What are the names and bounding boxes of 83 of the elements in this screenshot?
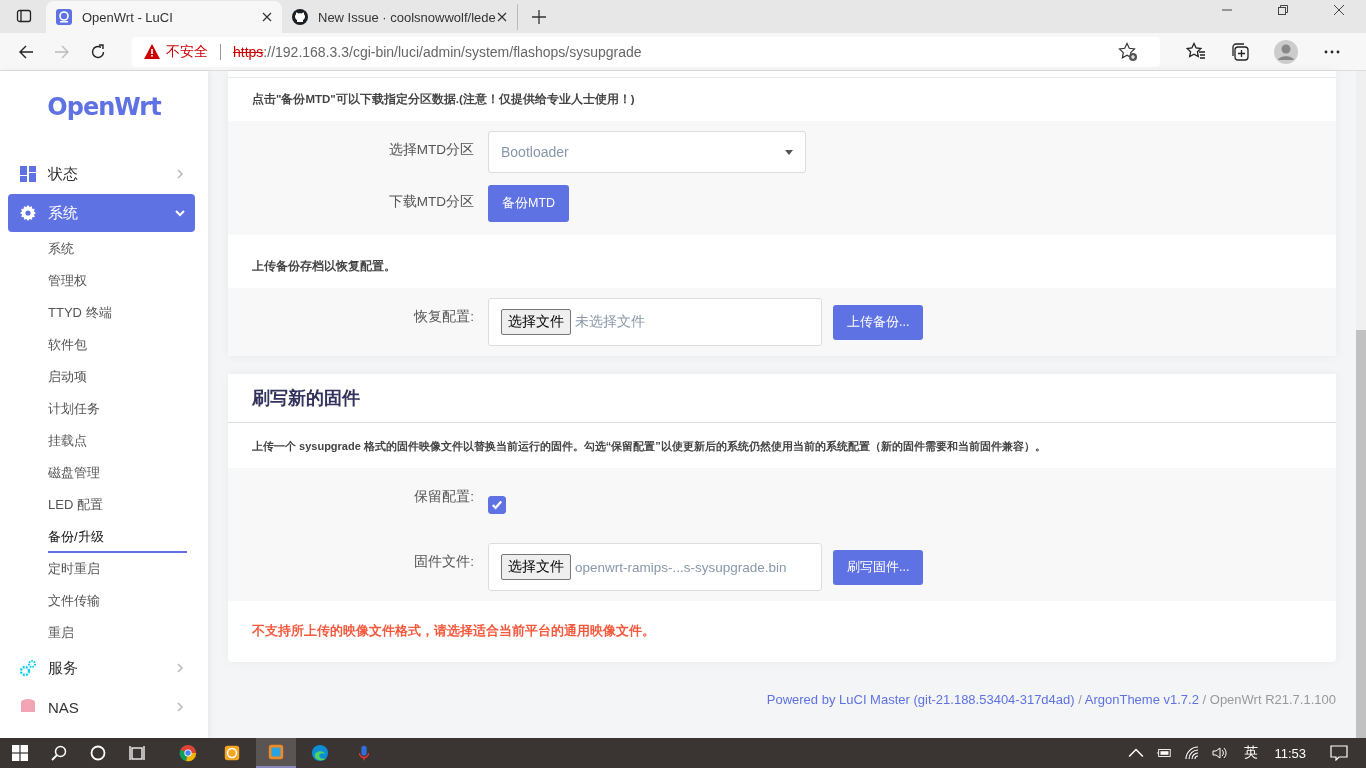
tab-actions-icon[interactable] xyxy=(16,8,32,24)
choose-file-button[interactable]: 选择文件 xyxy=(501,554,571,580)
close-icon[interactable] xyxy=(1334,4,1344,15)
upload-backup-button[interactable]: 上传备份... xyxy=(833,305,924,340)
error-message: 不支持所上传的映像文件格式，请选择适合当前平台的通用映像文件。 xyxy=(251,623,656,640)
gears-icon xyxy=(20,660,36,676)
menu-item[interactable]: NAS xyxy=(8,688,195,726)
field-label: 选择MTD分区 xyxy=(387,141,475,159)
security-warning: 不安全 xyxy=(166,42,208,61)
footer-link[interactable]: ArgonTheme v1.7.2 xyxy=(1084,692,1199,707)
refresh-icon[interactable] xyxy=(90,43,106,60)
notification-icon[interactable] xyxy=(1330,745,1348,761)
field-label: 保留配置: xyxy=(413,488,475,506)
github-icon xyxy=(292,9,308,25)
submenu-item[interactable]: 系统 xyxy=(48,233,187,265)
section-description: 上传备份存档以恢复配置。 xyxy=(251,259,397,274)
chevron-right-icon xyxy=(175,663,185,673)
submenu-item[interactable]: 管理权 xyxy=(48,265,187,297)
submenu-item[interactable]: 启动项 xyxy=(48,361,187,393)
field-label: 下载MTD分区 xyxy=(387,193,475,211)
clock[interactable]: 11:53 xyxy=(1274,745,1306,761)
search-icon[interactable] xyxy=(51,745,67,761)
choose-file-button[interactable]: 选择文件 xyxy=(501,309,571,335)
url-text: https://192.168.3.3/cgi-bin/luci/admin/system/flashops/sysupgrade xyxy=(233,43,642,60)
file-name: 未选择文件 xyxy=(575,313,645,331)
scrollbar-thumb[interactable] xyxy=(1356,330,1366,738)
new-tab-icon[interactable] xyxy=(532,10,546,24)
browser-tab[interactable]: OpenWrt - LuCI xyxy=(46,1,282,33)
close-icon[interactable] xyxy=(262,12,272,22)
wifi-icon[interactable] xyxy=(1184,745,1201,761)
app-icon xyxy=(223,744,241,762)
restore-icon[interactable] xyxy=(1278,4,1288,15)
section-description: 上传一个 sysupgrade 格式的固件映像文件以替换当前运行的固件。勾选“保留配置”以使更新后的系统仍然使用当前的系统配置（新的固件需要和当前固件兼容）。 xyxy=(251,439,1047,454)
submenu-item[interactable]: 挂载点 xyxy=(48,425,187,457)
backup-mtd-button[interactable]: 备份MTD xyxy=(488,185,570,222)
file-name: openwrt-ramips-...s-sysupgrade.bin xyxy=(575,559,787,575)
task-view-icon[interactable] xyxy=(129,745,145,761)
close-icon[interactable] xyxy=(497,12,507,22)
input-method[interactable]: 英 xyxy=(1244,744,1259,762)
submenu-item[interactable]: 备份/升级 xyxy=(48,521,187,553)
submenu-item[interactable]: TTYD 终端 xyxy=(48,297,187,329)
submenu-item[interactable]: 软件包 xyxy=(48,329,187,361)
submenu-item[interactable]: 文件传输 xyxy=(48,585,187,617)
dashboard-icon xyxy=(20,166,36,182)
checkmark-icon xyxy=(490,498,504,512)
submenu-item[interactable]: 定时重启 xyxy=(48,553,187,585)
app-icon xyxy=(267,743,285,761)
menu-item[interactable]: 系统 xyxy=(8,194,195,232)
section-description: 点击"备份MTD"可以下载指定分区数据.(注意！仅提供给专业人士使用！) xyxy=(251,92,636,107)
section-title: 刷写新的固件 xyxy=(228,374,1336,423)
chevron-right-icon xyxy=(175,169,185,179)
keep-settings-checkbox[interactable] xyxy=(488,496,506,514)
favicon-icon xyxy=(56,9,72,25)
chevron-down-icon xyxy=(175,208,185,218)
submenu-item[interactable]: 重启 xyxy=(48,617,187,649)
flash-firmware-button[interactable]: 刷写固件... xyxy=(833,550,924,585)
back-icon[interactable] xyxy=(18,43,34,60)
collections-icon[interactable] xyxy=(1230,41,1250,62)
favorites-icon[interactable] xyxy=(1186,41,1206,62)
footer-link[interactable]: Powered by LuCI Master (git-21.188.53404-317d4ad) xyxy=(766,692,1075,707)
windows-start-icon[interactable] xyxy=(12,745,28,761)
volume-icon[interactable] xyxy=(1212,745,1229,761)
chrome-icon xyxy=(179,744,197,762)
gear-icon xyxy=(20,205,36,221)
caret-down-icon xyxy=(785,149,793,155)
footer-text: Powered by LuCI Master (git-21.188.53404-317d4ad) / ArgonTheme v1.7.2 / OpenWrt R21.7.1.100 xyxy=(765,691,1336,707)
add-favorite-icon[interactable] xyxy=(1118,41,1138,62)
submenu-item[interactable]: 计划任务 xyxy=(48,393,187,425)
submenu-item[interactable]: 磁盘管理 xyxy=(48,457,187,489)
openwrt-logo[interactable]: OpenWrt xyxy=(0,71,208,155)
menu-item[interactable]: 服务 xyxy=(8,649,195,687)
chevron-right-icon xyxy=(175,702,185,712)
warning-icon xyxy=(144,44,160,59)
database-icon xyxy=(20,699,36,715)
field-label: 固件文件: xyxy=(413,553,475,571)
edge-icon xyxy=(311,744,329,762)
field-label: 恢复配置: xyxy=(412,308,475,326)
address-bar[interactable]: 不安全 https://192.168.3.3/cgi-bin/luci/admin/system/flashops/sysupgrade xyxy=(132,36,1160,67)
browser-tab[interactable]: New Issue · coolsnowwolf/lede xyxy=(282,4,518,30)
submenu-item[interactable]: LED 配置 xyxy=(48,489,187,521)
menu-item[interactable]: 状态 xyxy=(8,155,195,193)
circle-icon[interactable] xyxy=(90,745,106,761)
avatar-icon[interactable] xyxy=(1274,39,1298,64)
